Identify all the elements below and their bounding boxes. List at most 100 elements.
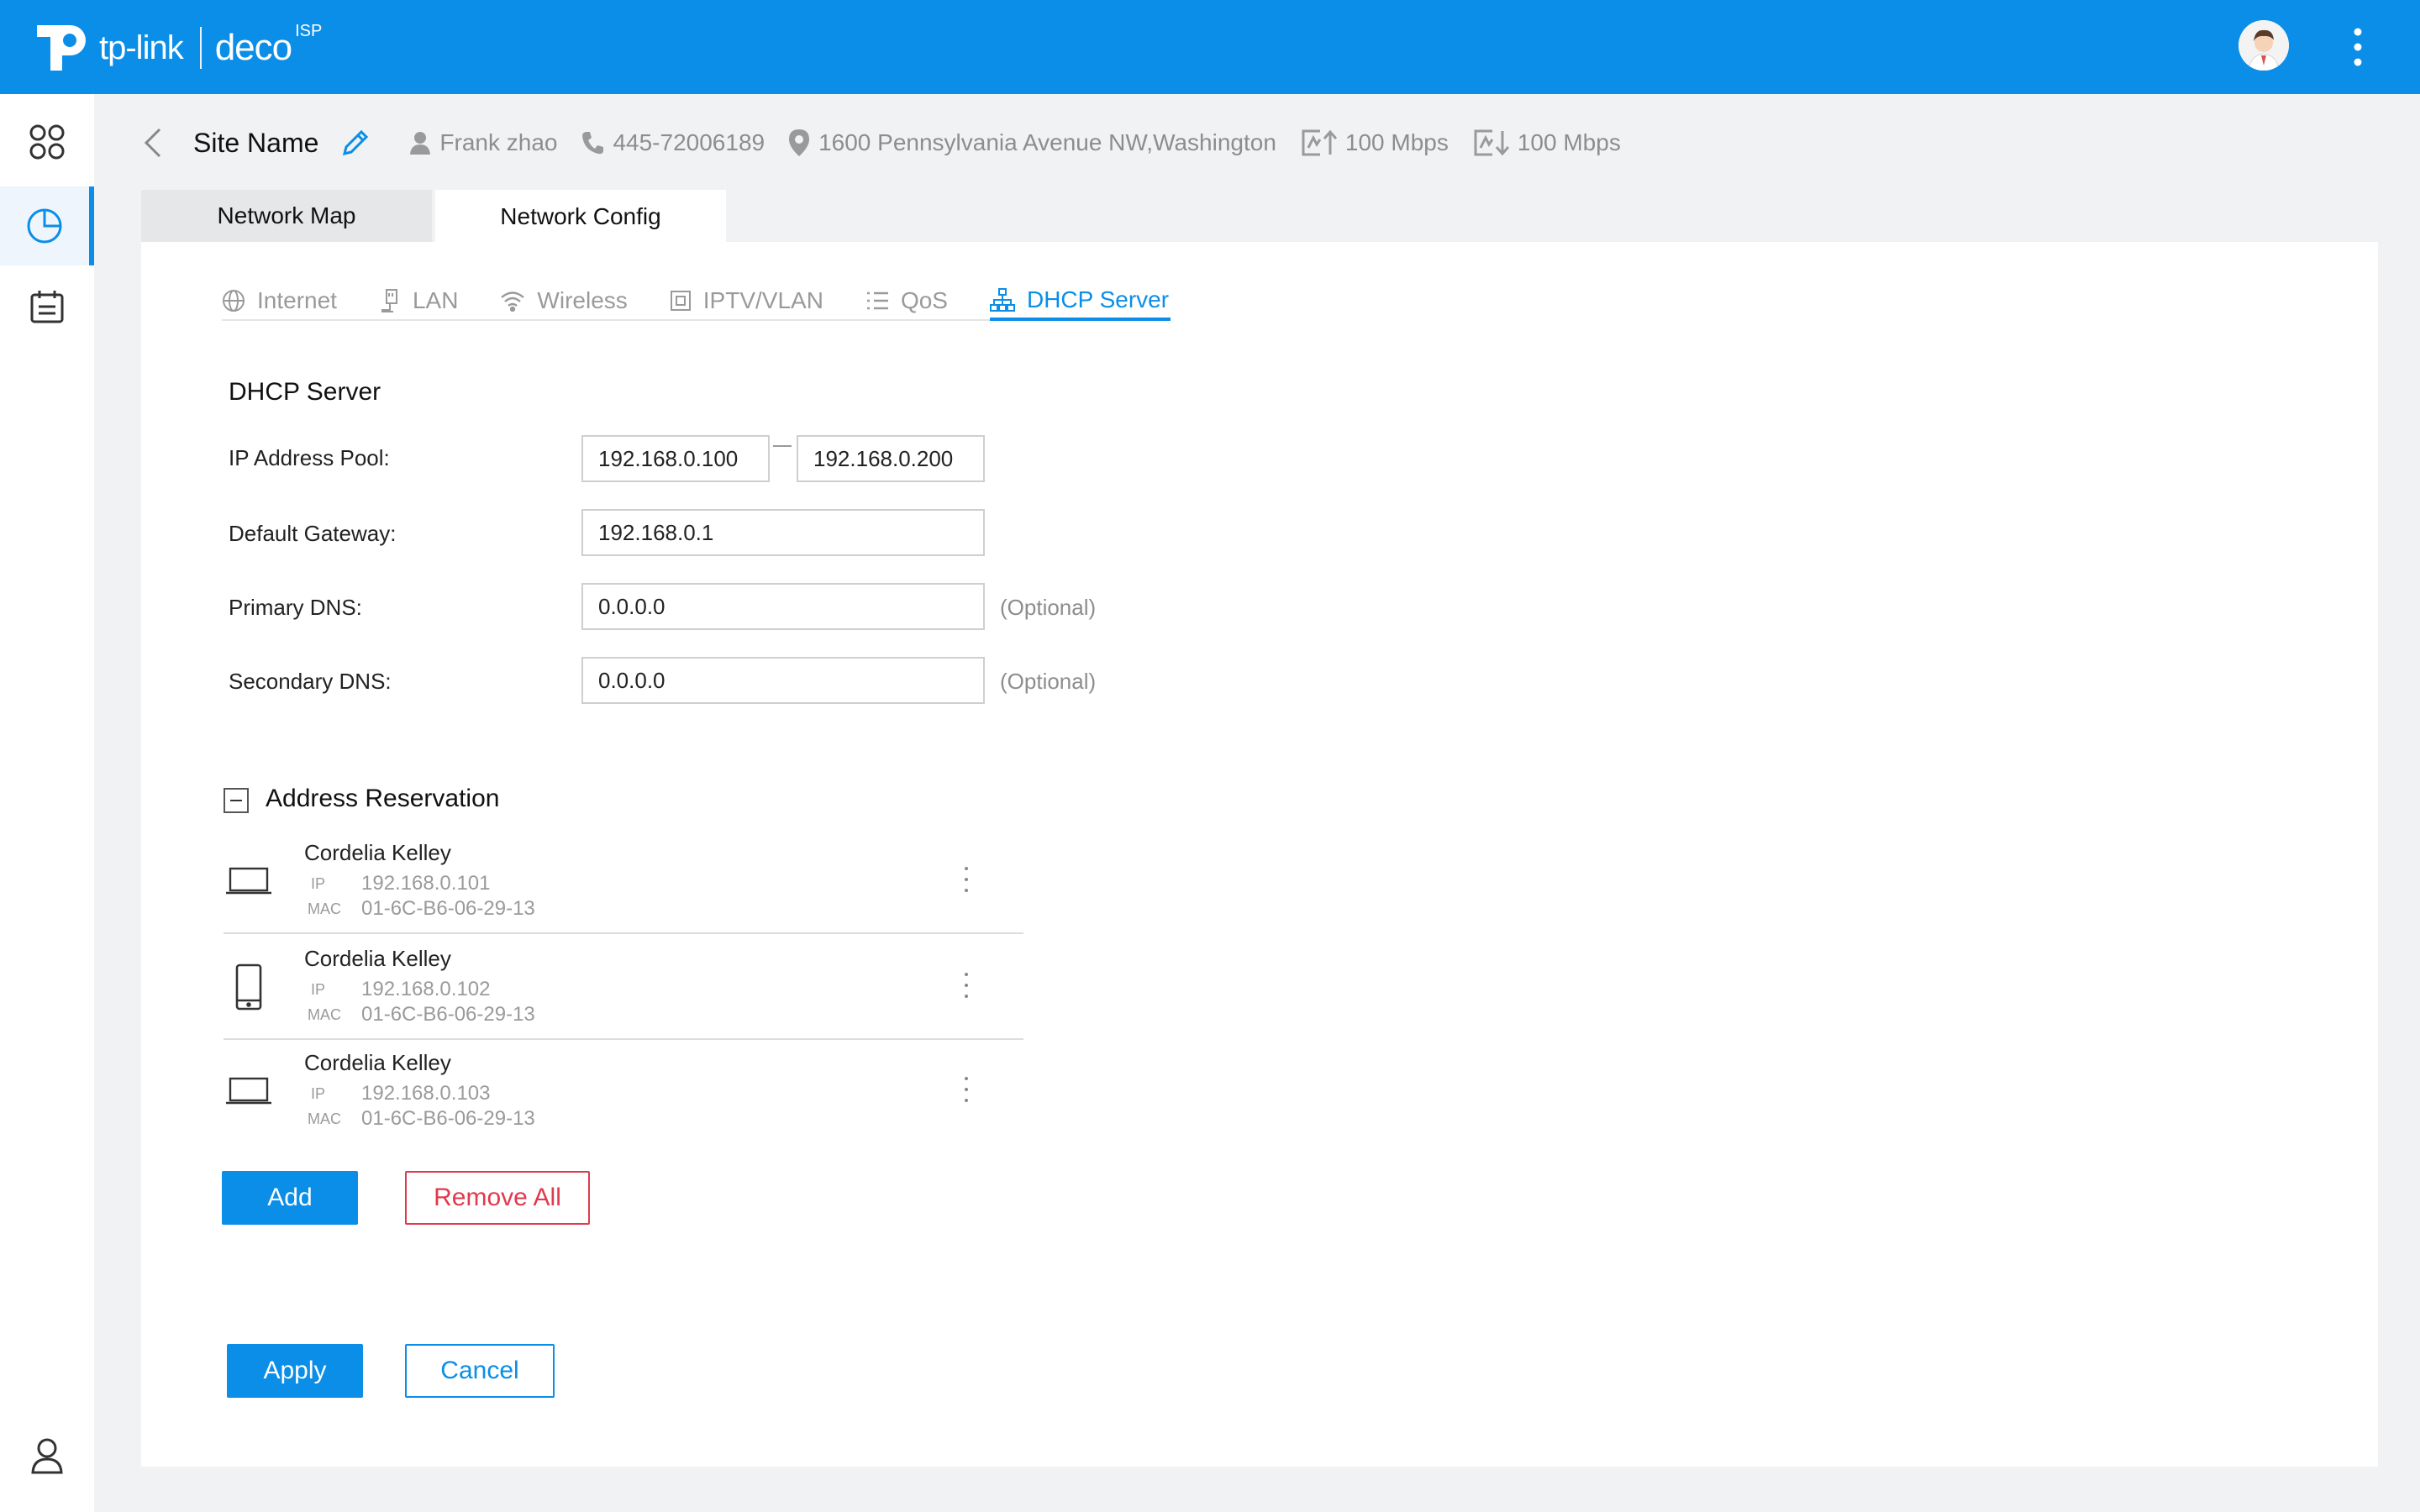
user-avatar[interactable] — [2238, 20, 2289, 71]
gateway-input[interactable]: 192.168.0.1 — [581, 509, 985, 556]
item-more-icon[interactable] — [958, 1077, 975, 1102]
product-badge: ISP — [295, 21, 323, 40]
collapse-toggle-icon[interactable] — [224, 788, 249, 813]
back-icon[interactable] — [143, 126, 168, 160]
list-item: Cordelia Kelley IP 192.168.0.101 MAC 01-… — [224, 828, 1023, 934]
tab-network-config[interactable]: Network Config — [435, 190, 726, 244]
owner-name: Frank zhao — [439, 129, 558, 155]
nav-account[interactable] — [0, 1416, 94, 1495]
ip-pool-start-input[interactable]: 192.168.0.100 — [581, 435, 770, 482]
ip-key: IP — [311, 1085, 326, 1102]
device-ip: 192.168.0.102 — [361, 978, 491, 1000]
dhcp-section-title: DHCP Server — [229, 378, 381, 406]
tp-link-logo-icon — [37, 25, 86, 71]
item-more-icon[interactable] — [958, 973, 975, 998]
range-dash — [773, 445, 792, 447]
phone-number: 445-72006189 — [613, 129, 765, 155]
subtab-internet-label: Internet — [257, 287, 337, 313]
remove-all-button[interactable]: Remove All — [405, 1171, 590, 1225]
tp-link-logo[interactable]: tp-link deco ISP — [32, 18, 322, 77]
sidebar — [0, 94, 94, 1512]
brand-text: tp-link — [99, 29, 184, 66]
iptv-icon — [670, 291, 691, 311]
device-ip: 192.168.0.103 — [361, 1082, 491, 1105]
ip-pool-end-input[interactable]: 192.168.0.200 — [797, 435, 985, 482]
primary-dns-optional: (Optional) — [1000, 595, 1097, 620]
site-name: Site Name — [193, 127, 319, 158]
site-owner: Frank zhao — [409, 129, 557, 156]
nav-calendar[interactable] — [0, 267, 94, 346]
subtab-wireless-label: Wireless — [537, 287, 628, 313]
subtab-lan[interactable]: LAN — [379, 282, 458, 319]
pie-chart-icon — [27, 208, 62, 244]
dashboard-grid-icon — [29, 124, 65, 160]
nav-dashboard[interactable] — [0, 102, 94, 181]
product-text: deco — [214, 27, 292, 68]
laptop-icon — [224, 828, 274, 934]
device-ip: 192.168.0.101 — [361, 872, 491, 895]
site-phone: 445-72006189 — [581, 129, 765, 156]
address-reservation-title: Address Reservation — [266, 785, 500, 812]
globe-icon — [223, 290, 245, 312]
subtab-iptv-vlan[interactable]: IPTV/VLAN — [670, 282, 823, 319]
more-menu-icon[interactable] — [2346, 25, 2370, 69]
ip-key: IP — [311, 875, 326, 892]
mac-key: MAC — [308, 900, 341, 917]
subtab-dhcp-server[interactable]: DHCP Server — [989, 282, 1171, 321]
secondary-dns-label: Secondary DNS: — [229, 669, 392, 694]
tab-network-map[interactable]: Network Map — [141, 190, 432, 242]
person-icon — [410, 132, 431, 155]
config-subtabs: Internet LAN Wireless IPTV/VLAN QoS DHCP… — [222, 282, 1171, 321]
network-tree-icon — [989, 288, 1015, 312]
mac-key: MAC — [308, 1110, 341, 1127]
subtab-wireless[interactable]: Wireless — [500, 282, 628, 319]
phone-icon — [582, 132, 604, 155]
phone-device-icon — [224, 934, 274, 1040]
subtab-dhcp-server-label: DHCP Server — [1026, 286, 1170, 312]
ip-key: IP — [311, 981, 326, 998]
subtab-qos[interactable]: QoS — [865, 282, 948, 319]
site-download-speed: 100 Mbps — [1472, 128, 1621, 158]
mac-key: MAC — [308, 1006, 341, 1023]
cancel-button[interactable]: Cancel — [405, 1344, 555, 1398]
wifi-icon — [501, 291, 525, 312]
subtab-iptv-vlan-label: IPTV/VLAN — [702, 287, 823, 313]
site-address: 1600 Pennsylvania Avenue NW,Washington — [788, 129, 1276, 157]
list-item: Cordelia Kelley IP 192.168.0.102 MAC 01-… — [224, 934, 1023, 1040]
download-speed-icon — [1474, 129, 1509, 156]
add-button[interactable]: Add — [222, 1171, 358, 1225]
nav-statistics[interactable] — [0, 186, 94, 265]
top-bar: tp-link deco ISP — [0, 0, 2420, 94]
address-text: 1600 Pennsylvania Avenue NW,Washington — [818, 129, 1276, 155]
upload-speed-icon — [1302, 129, 1337, 156]
device-name: Cordelia Kelley — [304, 840, 451, 865]
edit-pencil-icon[interactable] — [340, 128, 371, 158]
gateway-label: Default Gateway: — [229, 521, 397, 546]
lan-port-icon — [381, 289, 397, 312]
avatar-icon — [2238, 20, 2289, 71]
subtab-internet[interactable]: Internet — [222, 282, 337, 319]
primary-dns-input[interactable]: 0.0.0.0 — [581, 583, 985, 630]
device-mac: 01-6C-B6-06-29-13 — [361, 1003, 535, 1026]
secondary-dns-optional: (Optional) — [1000, 669, 1097, 694]
subtab-lan-label: LAN — [412, 287, 459, 313]
list-icon — [866, 291, 888, 310]
apply-button[interactable]: Apply — [227, 1344, 363, 1398]
item-more-icon[interactable] — [958, 867, 975, 892]
user-icon — [31, 1438, 63, 1474]
device-mac: 01-6C-B6-06-29-13 — [361, 897, 535, 920]
device-name: Cordelia Kelley — [304, 1050, 451, 1075]
calendar-icon — [30, 291, 64, 323]
location-pin-icon — [789, 129, 810, 156]
secondary-dns-input[interactable]: 0.0.0.0 — [581, 657, 985, 704]
list-item: Cordelia Kelley IP 192.168.0.103 MAC 01-… — [224, 1038, 1023, 1144]
laptop-icon — [224, 1038, 274, 1144]
device-mac: 01-6C-B6-06-29-13 — [361, 1107, 535, 1130]
subtab-qos-label: QoS — [900, 287, 948, 313]
site-header: Site Name Frank zhao 445-72006189 1600 P… — [143, 118, 1621, 168]
download-speed-value: 100 Mbps — [1517, 129, 1621, 155]
device-name: Cordelia Kelley — [304, 946, 451, 971]
ip-pool-label: IP Address Pool: — [229, 445, 390, 470]
primary-dns-label: Primary DNS: — [229, 595, 362, 620]
logo-divider — [199, 27, 202, 69]
